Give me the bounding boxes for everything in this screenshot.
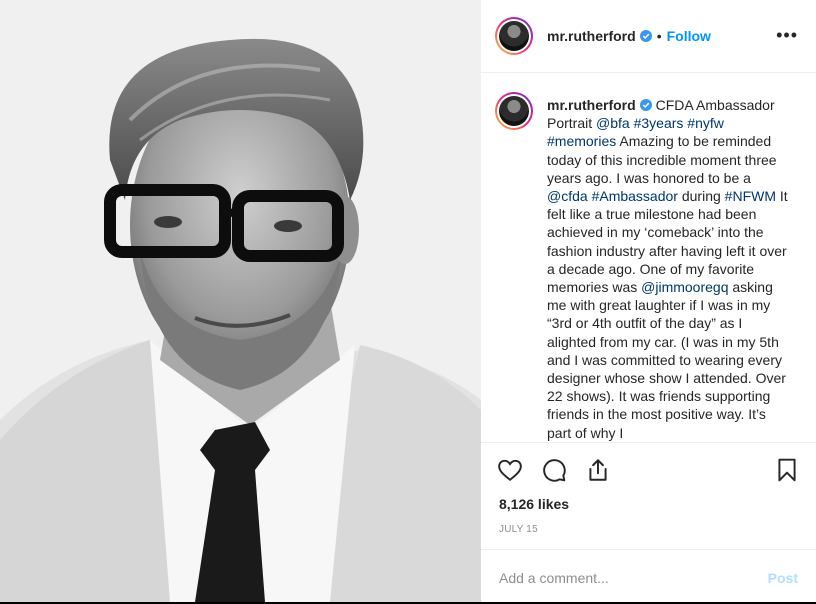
- header-meta: mr.rutherford • Follow: [547, 28, 711, 44]
- post-caption: mr.rutherford CFDA Ambassador Portrait @…: [547, 96, 792, 442]
- bookmark-icon[interactable]: [774, 457, 800, 483]
- verified-badge-icon: [639, 30, 652, 42]
- like-count[interactable]: 8,126 likes: [499, 496, 569, 512]
- comments-scroll-area[interactable]: mr.rutherford CFDA Ambassador Portrait @…: [481, 72, 816, 442]
- caption-link[interactable]: @jimmooregq: [641, 279, 728, 295]
- verified-badge-icon: [639, 99, 652, 111]
- caption-link[interactable]: #memories: [547, 133, 616, 149]
- post-date[interactable]: JULY 15: [499, 524, 538, 535]
- comment-icon[interactable]: [541, 457, 567, 483]
- caption-link[interactable]: #3years: [634, 115, 684, 131]
- caption-link[interactable]: #NFWM: [725, 188, 776, 204]
- more-options-icon[interactable]: •••: [776, 26, 798, 44]
- caption-text: during: [677, 188, 725, 205]
- follow-button[interactable]: Follow: [667, 28, 711, 44]
- post-actions-section: 8,126 likes JULY 15 Post: [481, 442, 816, 603]
- comment-input[interactable]: [499, 570, 739, 586]
- author-avatar[interactable]: [495, 17, 533, 55]
- author-username[interactable]: mr.rutherford: [547, 28, 636, 44]
- caption-link[interactable]: #Ambassador: [592, 188, 678, 204]
- post-modal: mr.rutherford • Follow ••• mr.rutherford C…: [0, 0, 816, 602]
- caption-link[interactable]: @cfda: [547, 188, 588, 204]
- caption-body: CFDA Ambassador Portrait @bfa #3years #n…: [547, 97, 788, 441]
- caption-author-avatar[interactable]: [495, 92, 533, 130]
- caption-text: asking me with great laughter if I was i…: [547, 279, 786, 441]
- post-comment-button[interactable]: Post: [768, 570, 798, 586]
- caption-link[interactable]: #nyfw: [687, 115, 724, 131]
- caption-link[interactable]: @bfa: [596, 115, 630, 131]
- share-icon[interactable]: [585, 457, 611, 483]
- separator-dot: •: [656, 28, 662, 44]
- portrait-image: [0, 0, 481, 602]
- heart-icon[interactable]: [497, 457, 523, 483]
- caption-username[interactable]: mr.rutherford: [547, 97, 636, 113]
- post-header: mr.rutherford • Follow •••: [481, 0, 816, 73]
- comment-form: Post: [481, 549, 816, 604]
- post-details-panel: mr.rutherford • Follow ••• mr.rutherford C…: [481, 0, 816, 602]
- action-icons-bar: [497, 457, 800, 485]
- post-photo[interactable]: [0, 0, 482, 602]
